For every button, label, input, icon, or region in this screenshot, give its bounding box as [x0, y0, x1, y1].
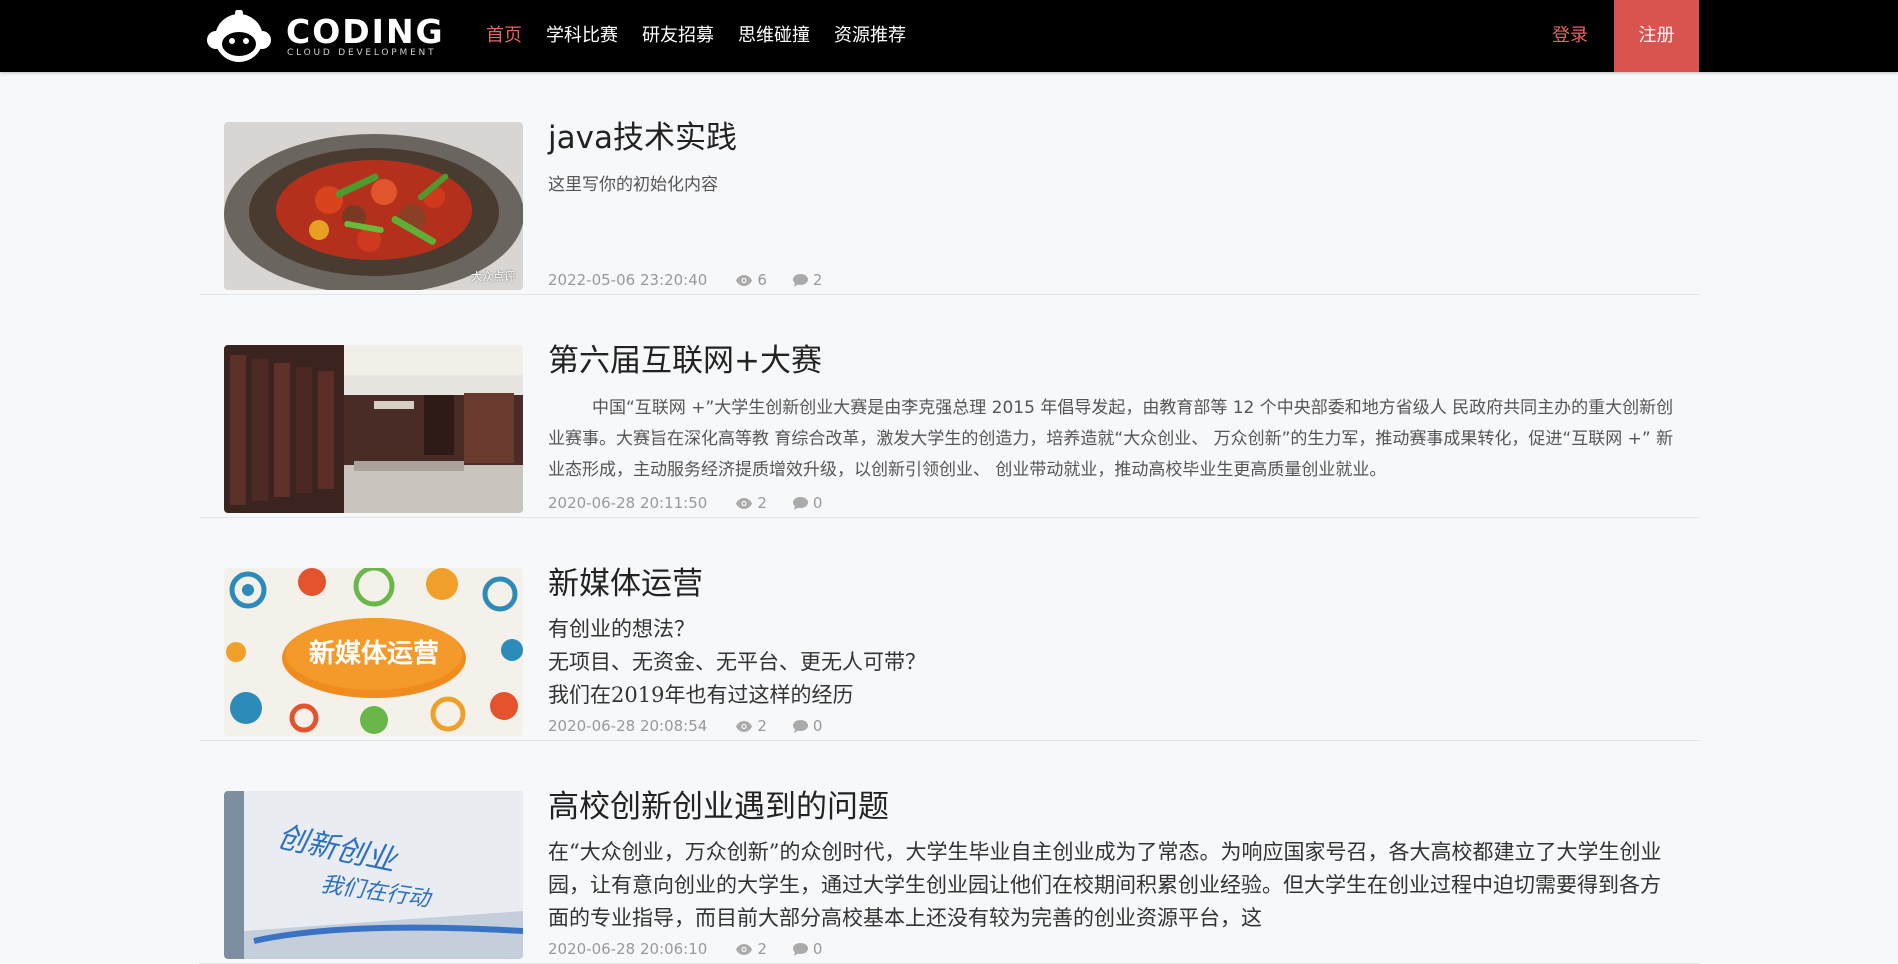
article-thumbnail[interactable]: [224, 345, 523, 513]
summary-line: 无项目、无资金、无平台、更无人可带？: [548, 650, 926, 674]
comment-count: 0: [792, 494, 823, 512]
main-nav: 首页 学科比赛 研友招募 思维碰撞 资源推荐: [486, 0, 930, 72]
article-summary: 在“大众创业，万众创新”的众创时代，大学生毕业自主创业成为了常态。为响应国家号召…: [548, 836, 1674, 935]
view-count-value: 2: [757, 717, 767, 735]
view-count: 2: [736, 717, 767, 735]
article-meta: 2020-06-28 20:11:50 2 0: [548, 494, 848, 512]
article-title[interactable]: java技术实践: [548, 118, 737, 158]
nav-item-recruit[interactable]: 研友招募: [642, 0, 714, 72]
eye-icon: [736, 943, 753, 955]
summary-line: 有创业的想法？: [548, 617, 695, 641]
article-list: 大众点评 java技术实践 这里写你的初始化内容 2022-05-06 23:2…: [199, 72, 1700, 964]
publish-date: 2020-06-28 20:11:50: [548, 494, 708, 512]
site-logo[interactable]: CODING CLOUD DEVELOPMENT: [206, 8, 446, 64]
view-count-value: 2: [757, 940, 767, 958]
brand-name: CODING: [286, 12, 445, 51]
register-button[interactable]: 注册: [1614, 0, 1699, 72]
nav-item-brainstorm[interactable]: 思维碰撞: [738, 0, 810, 72]
article-title[interactable]: 新媒体运营: [548, 564, 703, 604]
view-count-value: 2: [757, 494, 767, 512]
nav-item-home[interactable]: 首页: [486, 0, 522, 72]
article-thumbnail[interactable]: 新媒体运营: [224, 568, 523, 736]
nav-item-competitions[interactable]: 学科比赛: [546, 0, 618, 72]
comment-count-value: 0: [812, 494, 823, 512]
comment-count: 0: [792, 940, 823, 958]
article-item[interactable]: 创新创业 我们在行动 高校创新创业遇到的问题 在“大众创业，万众创新”的众创时代…: [199, 741, 1700, 964]
article-thumbnail[interactable]: 大众点评: [224, 122, 523, 290]
stir-fry-dish-image: [224, 122, 523, 290]
eye-icon: [736, 497, 753, 509]
summary-text: 在“大众创业，万众创新”的众创时代，大学生毕业自主创业成为了常态。为响应国家号召…: [548, 840, 1662, 930]
article-item[interactable]: 新媒体运营 新媒体运营 有创业的想法？ 无项目、无资金、无平台、更无人可带？ 我…: [199, 518, 1700, 741]
publish-date: 2020-06-28 20:08:54: [548, 717, 708, 735]
comment-icon: [792, 273, 808, 287]
article-meta: 2022-05-06 23:20:40 6 2: [548, 271, 848, 289]
comment-count-value: 0: [812, 940, 823, 958]
article-summary: 这里写你的初始化内容: [548, 170, 1674, 201]
publish-date: 2020-06-28 20:06:10: [548, 940, 708, 958]
comment-count-value: 2: [812, 271, 823, 289]
top-navbar: CODING CLOUD DEVELOPMENT 首页 学科比赛 研友招募 思维…: [0, 0, 1898, 72]
brand-subtitle: CLOUD DEVELOPMENT: [287, 48, 437, 58]
login-link[interactable]: 登录: [1552, 0, 1588, 72]
article-thumbnail[interactable]: 创新创业 我们在行动: [224, 791, 523, 959]
article-title[interactable]: 第六届互联网+大赛: [548, 341, 822, 381]
article-item[interactable]: 第六届互联网+大赛 中国“互联网 +”大学生创新创业大赛是由李克强总理 2015…: [199, 295, 1700, 518]
summary-text: 中国“互联网 +”大学生创新创业大赛是由李克强总理 2015 年倡导发起，由教育…: [548, 398, 1674, 480]
thumbnail-caption: 新媒体运营: [308, 639, 439, 669]
eye-icon: [736, 274, 753, 286]
thumbnail-watermark: 大众点评: [471, 270, 515, 283]
monkey-logo-icon: [207, 10, 271, 62]
eye-icon: [736, 720, 753, 732]
view-count: 2: [736, 494, 767, 512]
article-summary: 中国“互联网 +”大学生创新创业大赛是由李克强总理 2015 年倡导发起，由教育…: [548, 393, 1674, 486]
view-count: 2: [736, 940, 767, 958]
comment-count-value: 0: [812, 717, 823, 735]
article-item[interactable]: 大众点评 java技术实践 这里写你的初始化内容 2022-05-06 23:2…: [199, 72, 1700, 295]
comment-count: 2: [792, 271, 823, 289]
article-meta: 2020-06-28 20:06:10 2 0: [548, 940, 848, 958]
view-count: 6: [736, 271, 767, 289]
nav-item-resources[interactable]: 资源推荐: [834, 0, 906, 72]
comment-icon: [792, 496, 808, 510]
entrepreneurship-sign-image: 创新创业 我们在行动: [224, 791, 523, 959]
comment-icon: [792, 719, 808, 733]
summary-line: 我们在2019年也有过这样的经历: [548, 683, 854, 707]
view-count-value: 6: [757, 271, 767, 289]
comment-icon: [792, 942, 808, 956]
article-summary: 有创业的想法？ 无项目、无资金、无平台、更无人可带？ 我们在2019年也有过这样…: [548, 613, 1674, 712]
article-title[interactable]: 高校创新创业遇到的问题: [548, 787, 889, 827]
showroom-image: [224, 345, 523, 513]
article-meta: 2020-06-28 20:08:54 2 0: [548, 717, 848, 735]
summary-line: 这里写你的初始化内容: [548, 175, 718, 195]
publish-date: 2022-05-06 23:20:40: [548, 271, 708, 289]
comment-count: 0: [792, 717, 823, 735]
